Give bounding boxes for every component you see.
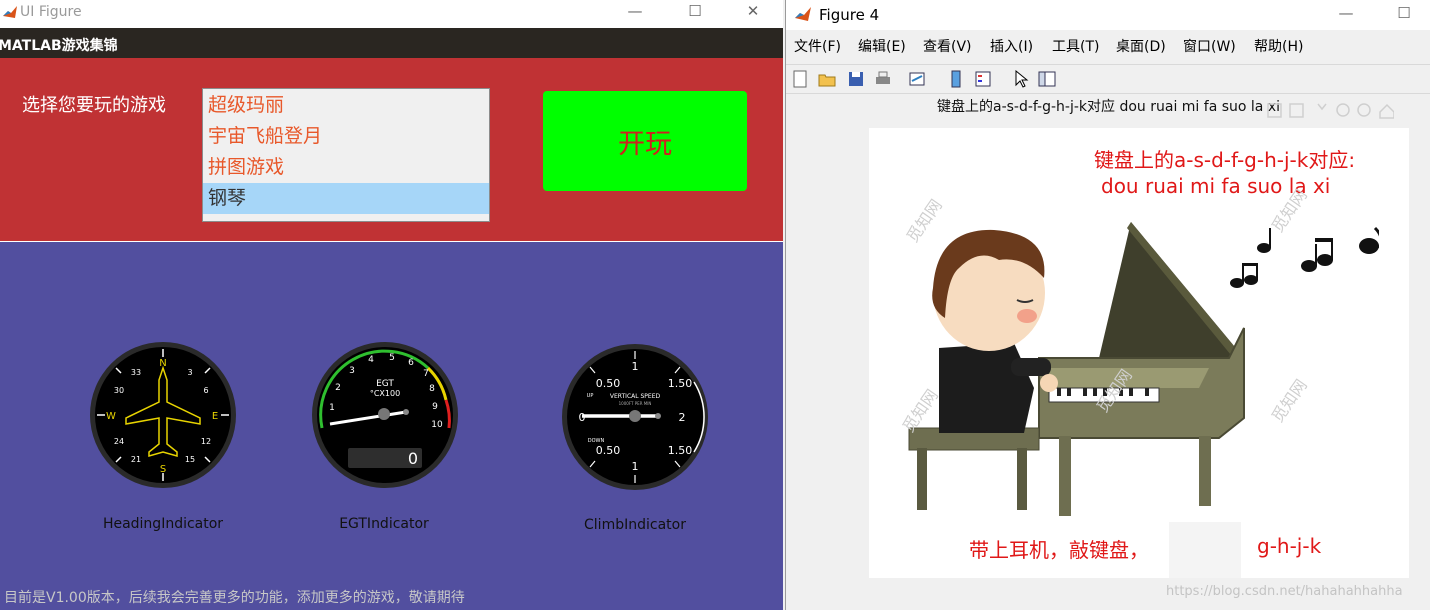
menu-view[interactable]: 查看(V) xyxy=(923,36,972,56)
list-item[interactable]: 拼图游戏 xyxy=(203,152,489,183)
piano-boy-illustration xyxy=(908,222,1379,516)
svg-text:9: 9 xyxy=(432,402,438,412)
svg-text:30: 30 xyxy=(114,386,124,395)
svg-text:2: 2 xyxy=(335,383,341,393)
pointer-icon[interactable] xyxy=(1011,69,1031,89)
ui-figure-window: UI Figure — ☐ ✕ MATLAB游戏集锦 选择您要玩的游戏 超级玛丽… xyxy=(0,0,783,610)
list-item[interactable]: 宇宙飞船登月 xyxy=(203,121,489,152)
svg-text:6: 6 xyxy=(203,386,208,395)
image-text-bottom-left: 带上耳机，敲键盘， xyxy=(969,538,1149,562)
window-title: UI Figure xyxy=(20,4,82,20)
svg-text:1.50: 1.50 xyxy=(668,377,693,390)
svg-text:5: 5 xyxy=(389,353,395,363)
minimize-button[interactable]: — xyxy=(1331,4,1361,22)
climb-down-label: DOWN xyxy=(588,438,605,444)
climb-subtitle: 1000FT PER MIN xyxy=(619,401,652,406)
axes-toolbar[interactable] xyxy=(1264,100,1394,122)
menu-desktop[interactable]: 桌面(D) xyxy=(1116,36,1166,56)
toolbar xyxy=(786,64,1430,94)
svg-text:1: 1 xyxy=(632,360,639,373)
piano-image: 键盘上的a-s-d-f-g-h-j-k对应: dou ruai mi fa su… xyxy=(869,128,1409,578)
new-figure-icon[interactable] xyxy=(790,69,810,89)
svg-text:S: S xyxy=(160,464,166,475)
svg-text:1.50: 1.50 xyxy=(668,444,693,457)
matlab-logo-icon xyxy=(3,6,17,18)
svg-text:1: 1 xyxy=(632,460,639,473)
svg-text:33: 33 xyxy=(131,368,141,377)
svg-text:3: 3 xyxy=(349,366,355,376)
image-text-bottom-right: g-h-j-k xyxy=(1257,534,1322,558)
svg-text:2: 2 xyxy=(679,411,686,424)
menu-window[interactable]: 窗口(W) xyxy=(1183,36,1236,56)
image-text-line1: 键盘上的a-s-d-f-g-h-j-k对应: xyxy=(1094,148,1356,172)
egt-readout: 0 xyxy=(408,449,418,468)
egt-indicator-label: EGTIndicator xyxy=(339,516,429,532)
blurred-overlay xyxy=(1169,522,1241,578)
save-icon[interactable] xyxy=(846,69,866,89)
svg-text:12: 12 xyxy=(201,437,211,446)
svg-text:21: 21 xyxy=(131,455,141,464)
game-listbox[interactable]: 超级玛丽 宇宙飞船登月 拼图游戏 钢琴 xyxy=(202,88,490,222)
svg-text:10: 10 xyxy=(431,420,443,430)
close-button[interactable]: ✕ xyxy=(738,2,768,20)
window-title: Figure 4 xyxy=(819,6,880,24)
climb-title: VERTICAL SPEED xyxy=(610,393,661,400)
figure-4-window: Figure 4 — ☐ 文件(F) 编辑(E) 查看(V) 插入(I) 工具(… xyxy=(785,0,1430,610)
print-icon[interactable] xyxy=(873,69,893,89)
egt-indicator-gauge: 123 4 5 6 78 9 10 EGT °CX100 0 xyxy=(312,342,458,488)
climb-indicator-gauge: 0.5011.50 21.501 0.500 VERTICAL SPEED 10… xyxy=(562,344,708,490)
climb-up-label: UP xyxy=(587,393,594,399)
svg-text:6: 6 xyxy=(408,358,414,368)
menu-tools[interactable]: 工具(T) xyxy=(1052,36,1099,56)
legend-icon[interactable] xyxy=(973,69,993,89)
list-item[interactable]: 超级玛丽 xyxy=(203,90,489,121)
maximize-button[interactable]: ☐ xyxy=(680,2,710,20)
colorbar-icon[interactable] xyxy=(946,69,966,89)
prompt-label: 选择您要玩的游戏 xyxy=(22,95,166,116)
footer-note: 目前是V1.00版本，后续我会完善更多的功能，添加更多的游戏，敬请期待 xyxy=(4,590,465,606)
climb-indicator-label: ClimbIndicator xyxy=(584,517,686,533)
svg-text:1: 1 xyxy=(329,403,335,413)
link-plot-icon[interactable] xyxy=(907,69,927,89)
csdn-watermark: https://blog.csdn.net/hahahahhahha xyxy=(1166,584,1403,599)
property-editor-icon[interactable] xyxy=(1037,69,1057,89)
app-banner: MATLAB游戏集锦 xyxy=(0,28,783,58)
app-banner-title: MATLAB游戏集锦 xyxy=(0,38,118,54)
svg-text:7: 7 xyxy=(423,369,429,379)
svg-text:24: 24 xyxy=(114,437,124,446)
svg-text:3: 3 xyxy=(187,368,192,377)
play-button[interactable]: 开玩 xyxy=(543,91,747,191)
menu-edit[interactable]: 编辑(E) xyxy=(858,36,906,56)
minimize-button[interactable]: — xyxy=(620,2,650,20)
title-bar: UI Figure — ☐ ✕ xyxy=(0,0,783,28)
svg-text:0.50: 0.50 xyxy=(596,377,621,390)
egt-title: EGT xyxy=(376,379,394,389)
svg-text:8: 8 xyxy=(429,384,435,394)
list-item-selected[interactable]: 钢琴 xyxy=(203,183,489,214)
svg-text:0.50: 0.50 xyxy=(596,444,621,457)
open-folder-icon[interactable] xyxy=(817,69,837,89)
menu-bar: 文件(F) 编辑(E) 查看(V) 插入(I) 工具(T) 桌面(D) 窗口(W… xyxy=(786,36,1430,60)
maximize-button[interactable]: ☐ xyxy=(1389,4,1419,22)
egt-units: °CX100 xyxy=(370,389,400,398)
heading-indicator-label: HeadingIndicator xyxy=(102,516,224,532)
svg-text:15: 15 xyxy=(185,455,195,464)
title-bar: Figure 4 — ☐ xyxy=(786,0,1430,30)
matlab-logo-icon xyxy=(795,7,811,21)
svg-text:W: W xyxy=(106,411,116,422)
menu-file[interactable]: 文件(F) xyxy=(794,36,841,56)
svg-text:4: 4 xyxy=(368,355,374,365)
svg-text:E: E xyxy=(212,411,218,422)
heading-indicator-gauge: N E S W 3612 152124 3033 xyxy=(90,342,236,488)
menu-help[interactable]: 帮助(H) xyxy=(1254,36,1303,56)
menu-insert[interactable]: 插入(I) xyxy=(990,36,1033,56)
